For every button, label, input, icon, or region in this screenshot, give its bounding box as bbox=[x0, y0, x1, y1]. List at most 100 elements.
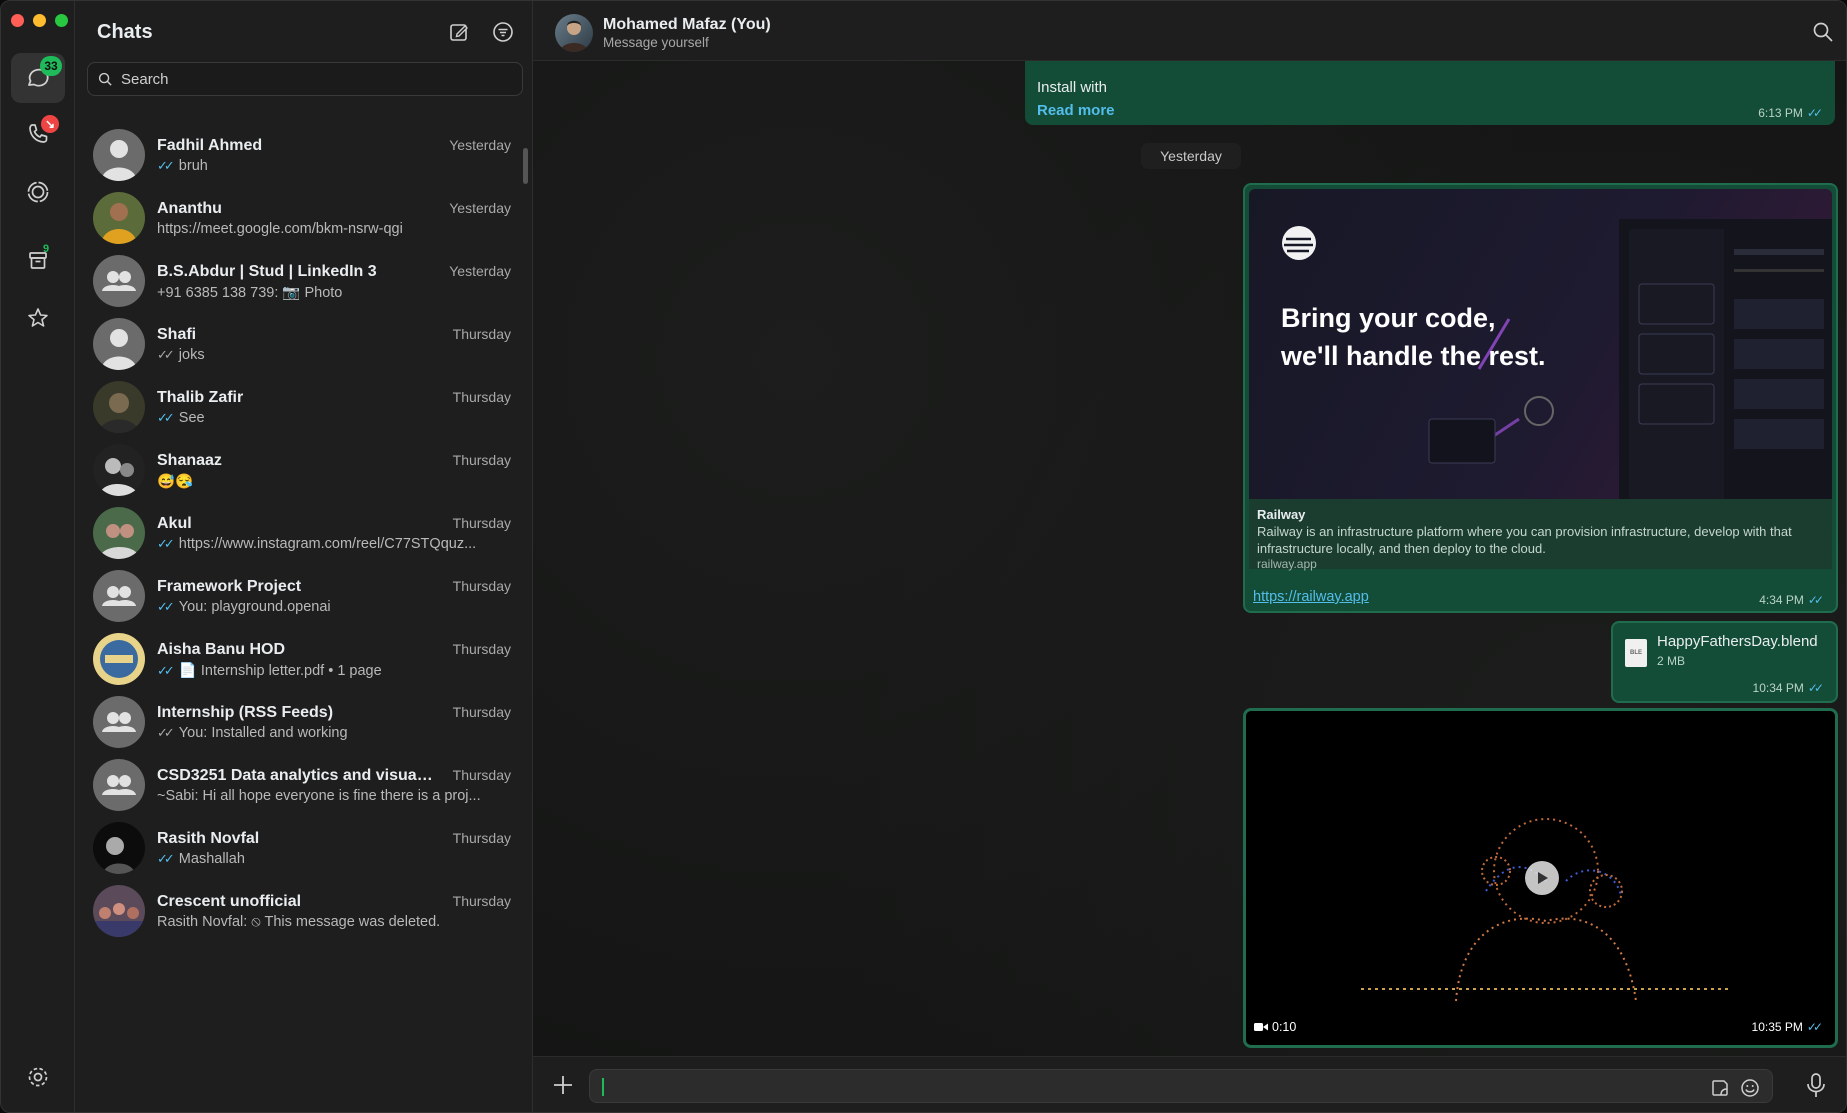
chat-name: Akul bbox=[157, 515, 192, 532]
read-ticks-icon: ✓✓ bbox=[1807, 593, 1824, 607]
chat-time: Thursday bbox=[452, 641, 511, 657]
message-time: 6:13 PM bbox=[1758, 106, 1803, 120]
chat-preview-text: 📄 Internship letter.pdf • 1 page bbox=[178, 663, 382, 679]
chat-name: Shanaaz bbox=[157, 452, 222, 469]
chat-preview: ✓✓ See bbox=[157, 410, 205, 426]
chat-avatar[interactable] bbox=[93, 822, 145, 874]
new-chat-icon[interactable] bbox=[448, 21, 470, 43]
chat-avatar[interactable] bbox=[93, 192, 145, 244]
status-nav-button[interactable] bbox=[11, 167, 65, 217]
chat-preview-text: ~Sabi: Hi all hope everyone is fine ther… bbox=[157, 788, 481, 804]
calls-nav-button[interactable]: ↘ bbox=[11, 109, 65, 159]
chat-preview-text: Rasith Novfal: ⦸ This message was delete… bbox=[157, 914, 441, 930]
chat-name: Shafi bbox=[157, 326, 197, 343]
chat-time: Yesterday bbox=[449, 263, 511, 279]
chat-preview-text: joks bbox=[178, 347, 205, 363]
link-preview-details[interactable]: Railway Railway is an infrastructure pla… bbox=[1249, 499, 1832, 571]
chat-preview-text: bruh bbox=[178, 158, 208, 174]
message-bubble[interactable]: Install with Read more 6:13 PM ✓✓ bbox=[1025, 61, 1835, 125]
read-ticks-icon: ✓✓ bbox=[1806, 1020, 1823, 1034]
chat-preview-text: You: playground.openai bbox=[178, 599, 331, 615]
zoom-window-button[interactable] bbox=[55, 14, 68, 27]
contact-avatar[interactable] bbox=[555, 14, 593, 52]
status-ring-icon bbox=[27, 181, 49, 203]
close-window-button[interactable] bbox=[11, 14, 24, 27]
search-messages-icon[interactable] bbox=[1812, 21, 1834, 43]
chat-preview-text: Mashallah bbox=[178, 851, 245, 867]
settings-nav-button[interactable] bbox=[11, 1052, 65, 1102]
read-more-link[interactable]: Read more bbox=[1037, 102, 1115, 119]
chat-avatar[interactable] bbox=[93, 759, 145, 811]
video-message[interactable]: 0:10 10:35 PM ✓✓ bbox=[1243, 708, 1838, 1048]
chat-row[interactable]: Crescent unofficial Thursday Rasith Novfal… bbox=[75, 874, 527, 948]
missed-calls-badge: ↘ bbox=[40, 115, 59, 133]
chat-time: Thursday bbox=[452, 452, 511, 468]
chats-nav-button[interactable]: 33 bbox=[11, 53, 65, 103]
profile-photo-icon bbox=[560, 20, 588, 52]
emoji-icon[interactable] bbox=[1740, 1078, 1760, 1098]
play-button[interactable] bbox=[1525, 861, 1559, 895]
search-box[interactable] bbox=[87, 62, 523, 96]
unread-chats-badge: 33 bbox=[40, 56, 62, 76]
chat-preview: ✓✓ You: Installed and working bbox=[157, 725, 348, 741]
message-meta: 10:35 PM ✓✓ bbox=[1752, 1020, 1824, 1034]
link-preview-message[interactable]: Bring your code, we'll handle the rest. … bbox=[1243, 183, 1838, 613]
search-input[interactable] bbox=[121, 70, 501, 88]
archived-badge: 9 bbox=[42, 243, 50, 255]
railway-url-link[interactable]: https://railway.app bbox=[1253, 589, 1369, 605]
chat-avatar[interactable] bbox=[93, 255, 145, 307]
double-tick-icon: ✓✓ bbox=[157, 662, 175, 678]
double-tick-icon: ✓✓ bbox=[157, 536, 175, 551]
chat-avatar[interactable] bbox=[93, 633, 145, 685]
chat-preview: ✓✓ bruh bbox=[157, 158, 208, 174]
chat-list-scrollbar[interactable] bbox=[523, 148, 528, 184]
filter-icon[interactable] bbox=[492, 21, 514, 43]
attach-plus-icon[interactable] bbox=[549, 1071, 577, 1099]
chat-preview-text: You: Installed and working bbox=[178, 725, 348, 741]
read-ticks-icon: ✓✓ bbox=[1806, 106, 1823, 120]
sticker-icon[interactable] bbox=[1710, 1078, 1730, 1098]
search-icon bbox=[98, 72, 112, 86]
chat-preview: ✓✓ 📄 Internship letter.pdf • 1 page bbox=[157, 662, 382, 680]
file-message[interactable]: BLE HappyFathersDay.blend 2 MB 10:34 PM … bbox=[1611, 621, 1838, 703]
chat-name: Crescent unofficial bbox=[157, 893, 302, 910]
link-preview-image[interactable]: Bring your code, we'll handle the rest. bbox=[1249, 189, 1832, 499]
chat-avatar[interactable] bbox=[93, 885, 145, 937]
chat-preview-text: https://meet.google.com/bkm-nsrw-qgi bbox=[157, 221, 403, 237]
chat-avatar[interactable] bbox=[93, 129, 145, 181]
chat-avatar[interactable] bbox=[93, 381, 145, 433]
archived-nav-button[interactable]: 9 bbox=[11, 235, 65, 285]
chat-preview: ✓✓ https://www.instagram.com/reel/C77STQq… bbox=[157, 536, 476, 552]
message-meta: 6:13 PM ✓✓ bbox=[1758, 106, 1823, 120]
chat-preview-text: 😅😪 bbox=[157, 474, 194, 490]
chat-avatar[interactable] bbox=[93, 696, 145, 748]
double-tick-icon: ✓✓ bbox=[157, 599, 175, 614]
microphone-icon[interactable] bbox=[1804, 1072, 1828, 1098]
chat-rows: Fadhil Ahmed Yesterday ✓✓ bruh Ananthu Yester… bbox=[75, 101, 527, 1112]
file-size: 2 MB bbox=[1657, 654, 1686, 668]
chat-avatar[interactable] bbox=[93, 318, 145, 370]
message-meta: 4:34 PM ✓✓ bbox=[1759, 593, 1824, 607]
chat-time: Thursday bbox=[452, 704, 511, 720]
message-input[interactable] bbox=[589, 1069, 1773, 1103]
chat-avatar[interactable] bbox=[93, 570, 145, 622]
message-composer bbox=[533, 1056, 1846, 1112]
conversation-header[interactable]: Mohamed Mafaz (You) Message yourself bbox=[533, 1, 1846, 61]
chat-preview: ✓✓ Mashallah bbox=[157, 851, 245, 867]
preview-description: Railway is an infrastructure platform wh… bbox=[1257, 524, 1792, 556]
chat-preview: ✓✓ joks bbox=[157, 347, 205, 363]
double-tick-icon: ✓✓ bbox=[157, 851, 175, 866]
message-meta: 10:34 PM ✓✓ bbox=[1753, 681, 1825, 695]
double-tick-icon: ✓✓ bbox=[157, 158, 175, 173]
chats-heading: Chats bbox=[97, 21, 153, 43]
starred-nav-button[interactable] bbox=[11, 293, 65, 343]
minimize-window-button[interactable] bbox=[33, 14, 46, 27]
chat-avatar[interactable] bbox=[93, 444, 145, 496]
contact-subtitle: Message yourself bbox=[603, 35, 709, 50]
chat-name: Framework Project bbox=[157, 578, 302, 595]
chat-preview-text: https://www.instagram.com/reel/C77STQquz… bbox=[178, 536, 477, 552]
chat-avatar[interactable] bbox=[93, 507, 145, 559]
star-icon bbox=[28, 308, 48, 327]
file-name: HappyFathersDay.blend bbox=[1657, 633, 1818, 650]
chat-name: Ananthu bbox=[157, 200, 222, 217]
